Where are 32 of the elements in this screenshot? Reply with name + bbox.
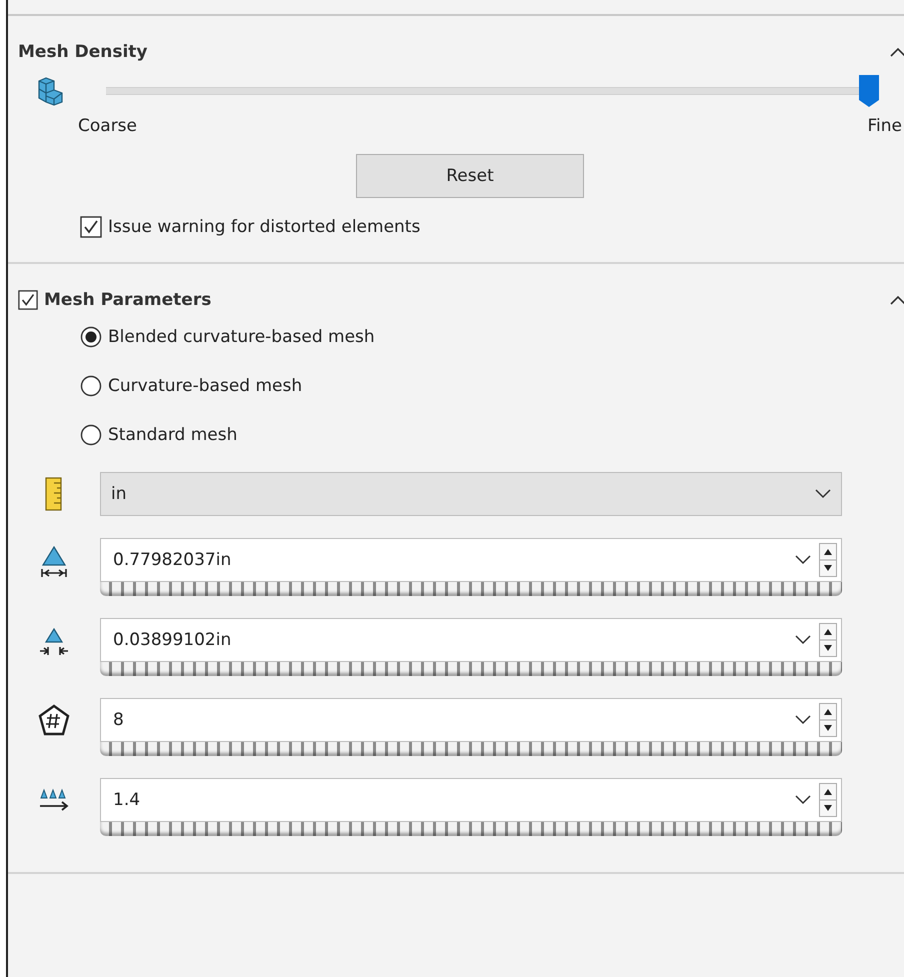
section-title: Mesh Parameters (44, 290, 212, 310)
spin-arrows-icon[interactable] (819, 543, 837, 577)
thumbwheel[interactable] (100, 822, 842, 836)
section-title: Mesh Density (18, 42, 148, 62)
radio-label: Blended curvature-based mesh (108, 327, 375, 347)
slider-max-label: Fine (868, 116, 902, 136)
spin-arrows-icon[interactable] (819, 783, 837, 817)
radio-label: Curvature-based mesh (108, 376, 302, 396)
checkbox[interactable] (18, 290, 38, 310)
units-dropdown[interactable]: in (100, 472, 842, 516)
radio-label: Standard mesh (108, 425, 238, 445)
number-field[interactable]: 0.77982037in (100, 538, 842, 582)
pentagon-hash-icon (38, 704, 70, 738)
spin-arrows-icon[interactable] (819, 623, 837, 657)
thumbwheel[interactable] (100, 662, 842, 676)
radio-button[interactable] (80, 424, 102, 446)
radio-button[interactable] (80, 326, 102, 348)
thumbwheel[interactable] (100, 582, 842, 596)
collapse-icon[interactable] (890, 47, 904, 57)
slider-thumb[interactable] (858, 74, 880, 108)
number-field[interactable]: 1.4 (100, 778, 842, 822)
reset-button[interactable]: Reset (356, 154, 584, 198)
collapse-icon[interactable] (890, 295, 904, 305)
thumbwheel[interactable] (100, 742, 842, 756)
slider-min-label: Coarse (78, 116, 137, 136)
number-field[interactable]: 0.03899102in (100, 618, 842, 662)
number-field[interactable]: 8 (100, 698, 842, 742)
radio-button[interactable] (80, 375, 102, 397)
spin-arrows-icon[interactable] (819, 703, 837, 737)
element-size-icon (38, 544, 70, 580)
checkbox[interactable] (80, 216, 102, 238)
checkbox-label: Issue warning for distorted elements (108, 217, 420, 237)
